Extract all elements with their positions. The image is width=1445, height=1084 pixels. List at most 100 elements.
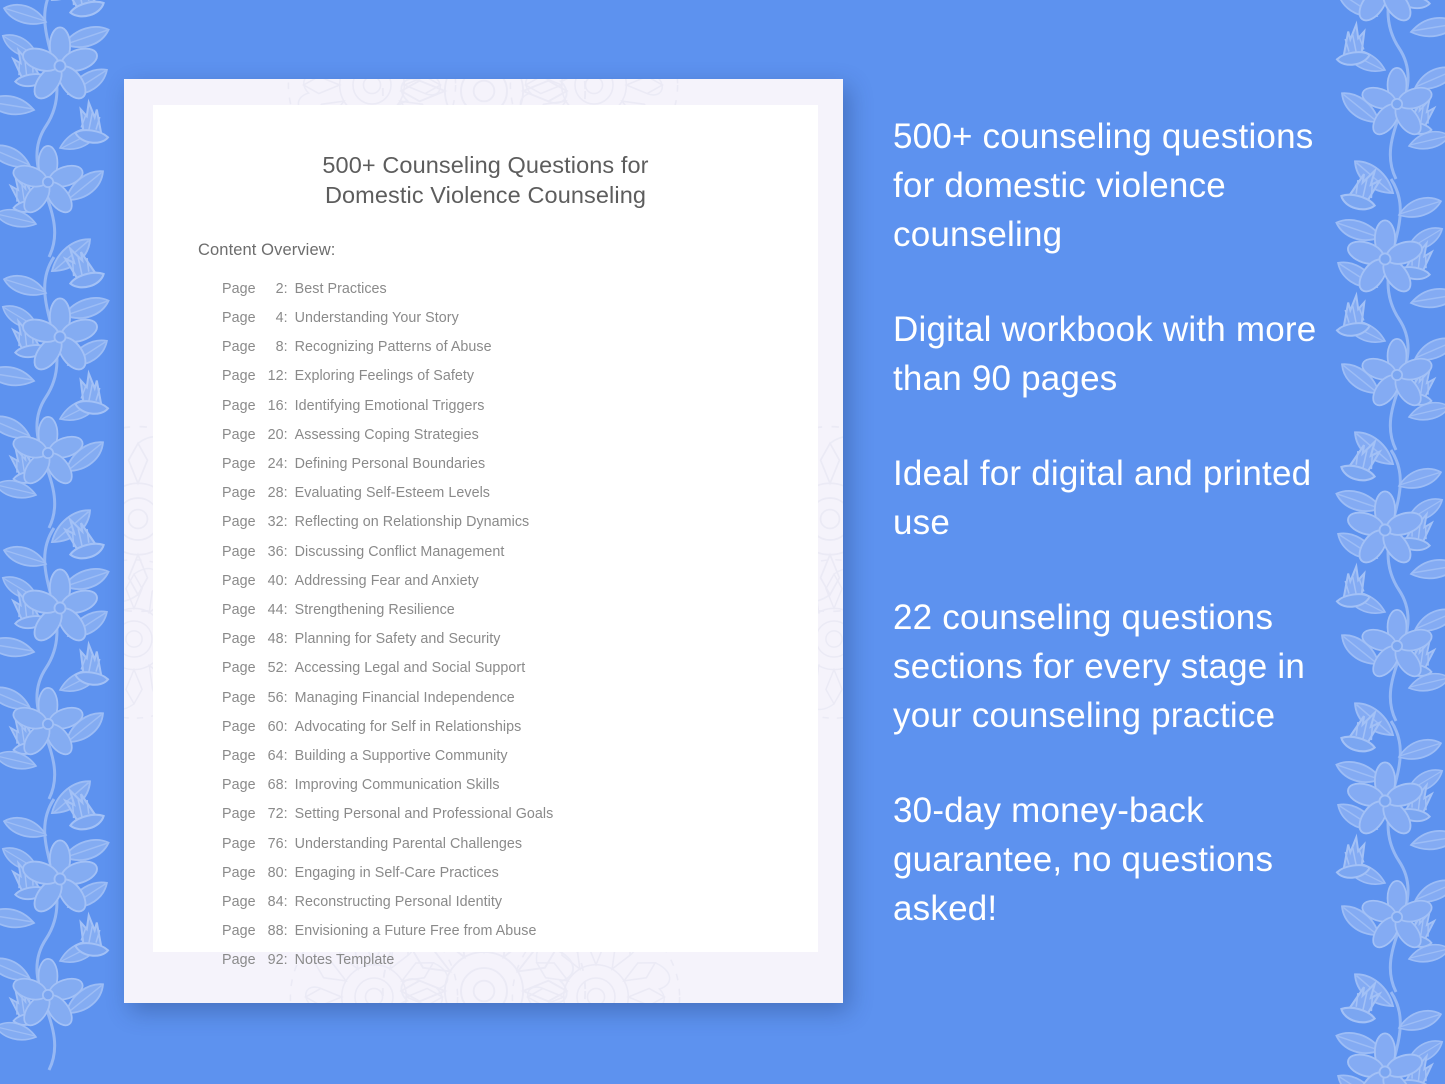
page-title-line-1: 500+ Counseling Questions for xyxy=(322,152,649,178)
table-of-contents-item: Page 12: Exploring Feelings of Safety xyxy=(222,362,818,391)
table-of-contents-item: Page 56: Managing Financial Independence xyxy=(222,684,818,713)
table-of-contents-item: Page 60: Advocating for Self in Relations… xyxy=(222,713,818,742)
toc-page-word: Page xyxy=(222,923,256,940)
toc-page-number: 56 xyxy=(267,689,284,706)
marketing-point: Ideal for digital and printed use xyxy=(893,454,1312,542)
toc-page-number: 60 xyxy=(267,718,284,735)
toc-entry-title: Discussing Conflict Management xyxy=(294,543,505,560)
toc-page-number: 2 xyxy=(275,280,284,297)
toc-entry-title: Building a Supportive Community xyxy=(294,747,508,764)
toc-entry-title: Advocating for Self in Relationships xyxy=(294,718,522,735)
marketing-point: 22 counseling questions sections for eve… xyxy=(893,598,1305,735)
toc-entry-title: Improving Communication Skills xyxy=(294,777,500,794)
toc-entry-title: Addressing Fear and Anxiety xyxy=(294,572,479,589)
table-of-contents-item: Page 52: Accessing Legal and Social Suppo… xyxy=(222,654,818,683)
toc-entry-title: Exploring Feelings of Safety xyxy=(294,368,475,385)
toc-page-number: 64 xyxy=(267,747,284,764)
toc-page-number: 12 xyxy=(267,368,284,385)
table-of-contents-item: Page 28: Evaluating Self-Esteem Levels xyxy=(222,479,818,508)
toc-entry-title: Reflecting on Relationship Dynamics xyxy=(294,514,530,531)
toc-page-number: 16 xyxy=(267,397,284,414)
document-card: 500+ Counseling Questions for Domestic V… xyxy=(124,79,843,1003)
toc-page-word: Page xyxy=(222,572,256,589)
table-of-contents-item: Page 84: Reconstructing Personal Identity xyxy=(222,888,818,917)
floral-vine-ornament-icon xyxy=(0,0,114,1084)
marketing-point: 30-day money-back guarantee, no question… xyxy=(893,791,1274,928)
toc-entry-title: Envisioning a Future Free from Abuse xyxy=(294,923,537,940)
toc-page-word: Page xyxy=(222,718,256,735)
toc-page-word: Page xyxy=(222,777,256,794)
toc-page-word: Page xyxy=(222,543,256,560)
toc-entry-title: Evaluating Self-Esteem Levels xyxy=(294,485,491,502)
toc-page-word: Page xyxy=(222,631,256,648)
table-of-contents-item: Page 16: Identifying Emotional Triggers xyxy=(222,392,818,421)
table-of-contents-item: Page 2: Best Practices xyxy=(222,275,818,304)
toc-entry-title: Notes Template xyxy=(294,952,395,969)
toc-page-word: Page xyxy=(222,485,256,502)
toc-entry-title: Assessing Coping Strategies xyxy=(294,426,479,443)
table-of-contents-item: Page 88: Envisioning a Future Free from A… xyxy=(222,917,818,946)
table-of-contents-item: Page 8: Recognizing Patterns of Abuse xyxy=(222,333,818,362)
page-title: 500+ Counseling Questions for Domestic V… xyxy=(153,105,818,211)
floral-vine-ornament-icon xyxy=(1331,0,1445,1084)
toc-page-number: 28 xyxy=(267,485,284,502)
toc-page-word: Page xyxy=(222,514,256,531)
table-of-contents-item: Page 4: Understanding Your Story xyxy=(222,304,818,333)
table-of-contents-item: Page 72: Setting Personal and Professiona… xyxy=(222,800,818,829)
toc-page-number: 8 xyxy=(275,339,284,356)
toc-page-number: 68 xyxy=(267,777,284,794)
table-of-contents-item: Page 32: Reflecting on Relationship Dynam… xyxy=(222,508,818,537)
toc-page-number: 84 xyxy=(267,893,284,910)
toc-entry-title: Understanding Parental Challenges xyxy=(294,835,523,852)
toc-entry-title: Best Practices xyxy=(294,280,387,297)
toc-page-number: 44 xyxy=(267,601,284,618)
toc-page-word: Page xyxy=(222,397,256,414)
toc-page-number: 20 xyxy=(267,426,284,443)
table-of-contents-item: Page 40: Addressing Fear and Anxiety xyxy=(222,567,818,596)
toc-page-word: Page xyxy=(222,309,256,326)
table-of-contents-item: Page 80: Engaging in Self-Care Practices xyxy=(222,859,818,888)
marketing-point: 500+ counseling questions for domestic v… xyxy=(893,117,1314,254)
toc-page-number: 40 xyxy=(267,572,284,589)
toc-page-word: Page xyxy=(222,864,256,881)
toc-entry-title: Understanding Your Story xyxy=(294,309,459,326)
toc-entry-title: Identifying Emotional Triggers xyxy=(294,397,485,414)
toc-page-word: Page xyxy=(222,426,256,443)
toc-entry-title: Planning for Safety and Security xyxy=(294,631,501,648)
toc-page-number: 32 xyxy=(267,514,284,531)
toc-page-number: 4 xyxy=(275,309,284,326)
table-of-contents-item: Page 20: Assessing Coping Strategies xyxy=(222,421,818,450)
marketing-point: Digital workbook with more than 90 pages xyxy=(893,310,1317,398)
toc-page-number: 92 xyxy=(267,952,284,969)
toc-page-number: 24 xyxy=(267,455,284,472)
table-of-contents-item: Page 44: Strengthening Resilience xyxy=(222,596,818,625)
marketing-points: 500+ counseling questions for domestic v… xyxy=(893,112,1343,933)
table-of-contents-item: Page 36: Discussing Conflict Management xyxy=(222,538,818,567)
toc-entry-title: Reconstructing Personal Identity xyxy=(294,893,503,910)
table-of-contents-item: Page 24: Defining Personal Boundaries xyxy=(222,450,818,479)
toc-page-number: 80 xyxy=(267,864,284,881)
table-of-contents-item: Page 76: Understanding Parental Challenge… xyxy=(222,830,818,859)
toc-entry-title: Recognizing Patterns of Abuse xyxy=(294,339,492,356)
toc-page-number: 48 xyxy=(267,631,284,648)
content-overview-label: Content Overview: xyxy=(198,240,336,259)
toc-page-number: 88 xyxy=(267,923,284,940)
toc-entry-title: Engaging in Self-Care Practices xyxy=(294,864,499,881)
toc-page-word: Page xyxy=(222,339,256,356)
toc-page-word: Page xyxy=(222,601,256,618)
toc-page-word: Page xyxy=(222,280,256,297)
toc-page-number: 36 xyxy=(267,543,284,560)
toc-page-number: 72 xyxy=(267,806,284,823)
table-of-contents-item: Page 48: Planning for Safety and Security xyxy=(222,625,818,654)
document-page: 500+ Counseling Questions for Domestic V… xyxy=(153,105,818,968)
toc-page-word: Page xyxy=(222,660,256,677)
toc-page-word: Page xyxy=(222,455,256,472)
toc-page-word: Page xyxy=(222,893,256,910)
toc-entry-title: Managing Financial Independence xyxy=(294,689,515,706)
toc-page-word: Page xyxy=(222,689,256,706)
toc-page-word: Page xyxy=(222,952,256,969)
toc-page-word: Page xyxy=(222,747,256,764)
toc-entry-title: Strengthening Resilience xyxy=(294,601,455,618)
toc-entry-title: Setting Personal and Professional Goals xyxy=(294,806,554,823)
page-title-line-2: Domestic Violence Counseling xyxy=(324,181,647,208)
